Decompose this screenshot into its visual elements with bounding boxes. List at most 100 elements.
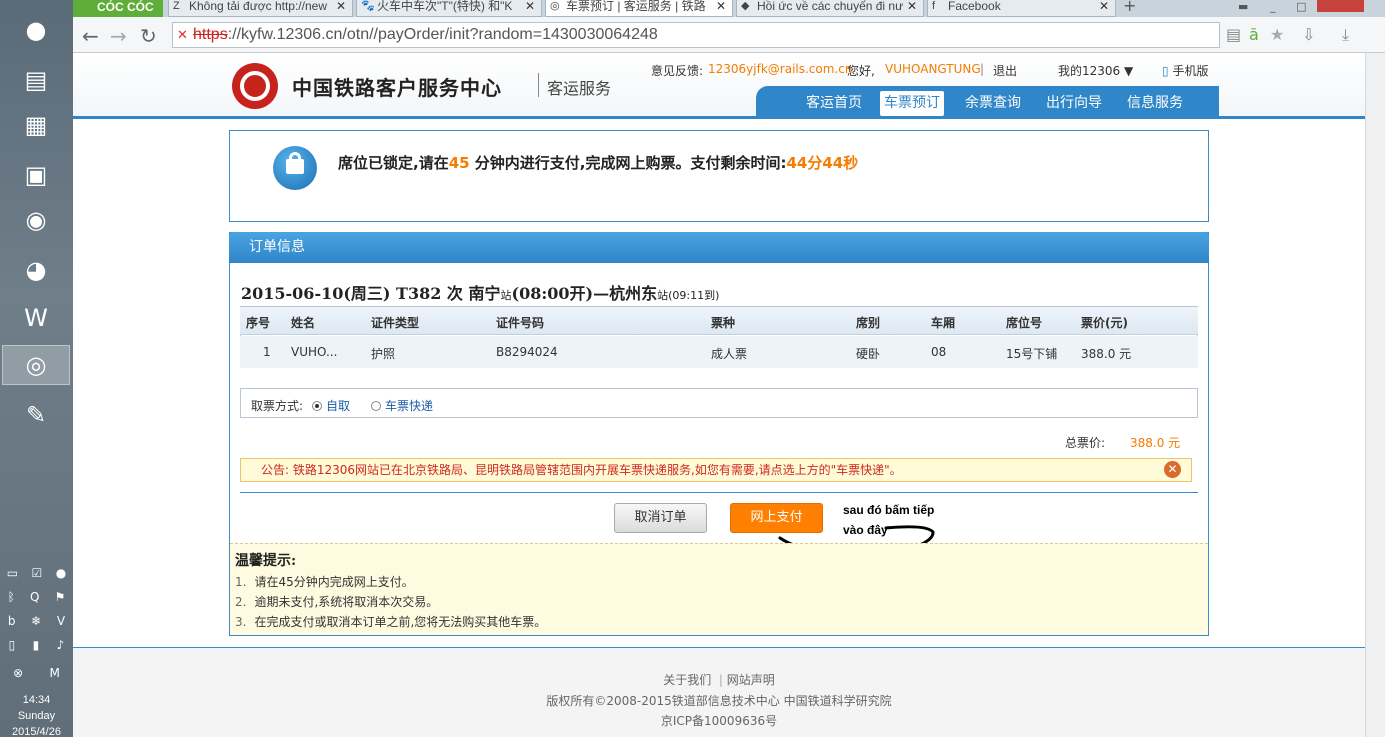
coccoc-brand-button[interactable]: CÓC CÓC: [73, 0, 163, 17]
lock-text-mid: 分钟内进行支付,完成网上购票。支付剩余时间:: [469, 154, 787, 172]
page-scrollbar[interactable]: [1365, 53, 1385, 737]
tab-1[interactable]: Z Không tải được http://new ✕: [168, 0, 353, 17]
radio-checked-icon[interactable]: [312, 401, 322, 411]
col-header-seat-no: 席位号: [1006, 316, 1043, 330]
footer-icp[interactable]: 京ICP备10009636号: [73, 712, 1365, 729]
nav-home[interactable]: 客运首页: [806, 92, 862, 112]
col-header-price: 票价(元): [1081, 316, 1128, 330]
greeting-text: 您好,: [847, 64, 875, 78]
coccoc-extension-icon[interactable]: ă: [1249, 25, 1259, 44]
nav-remaining-tickets[interactable]: 余票查询: [965, 92, 1021, 112]
signal-icon[interactable]: ▮: [33, 638, 40, 652]
minimize-icon[interactable]: _: [1270, 0, 1276, 13]
unikey-icon[interactable]: ▦: [14, 105, 58, 145]
tip-number: 2.: [235, 595, 247, 609]
qq-icon[interactable]: ◕: [14, 250, 58, 290]
phone-icon: ▯: [1162, 64, 1169, 78]
site-subtitle: 客运服务: [547, 79, 612, 98]
mobile-link[interactable]: ▯ 手机版: [1162, 62, 1208, 79]
close-icon[interactable]: ✕: [1099, 0, 1109, 12]
system-clock[interactable]: 14:34 Sunday 2015/4/26: [0, 692, 73, 737]
tab-5[interactable]: f Facebook ✕: [927, 0, 1116, 17]
insecure-warning-icon[interactable]: ✕: [177, 23, 188, 47]
about-link[interactable]: 关于我们: [663, 673, 711, 687]
tab-3-active[interactable]: ◎ 车票预订 | 客运服务 | 铁路 ✕: [545, 0, 733, 17]
window-close-button[interactable]: [1317, 0, 1364, 12]
maximize-icon[interactable]: □: [1296, 0, 1306, 13]
back-arrow-icon[interactable]: ←: [82, 25, 99, 47]
tab-title: 火车中车次"T"(特快) 和"K: [377, 0, 513, 13]
file-explorer-icon[interactable]: ▤: [14, 60, 58, 100]
battery-icon[interactable]: ▯: [9, 638, 16, 652]
m-icon[interactable]: M: [49, 666, 59, 680]
close-icon[interactable]: ✕: [907, 0, 917, 12]
remaining-time: 44分44秒: [786, 154, 859, 172]
bluetooth-icon[interactable]: ᛒ: [8, 590, 15, 604]
forward-arrow-icon[interactable]: →: [110, 25, 127, 47]
my12306-menu[interactable]: 我的12306 ▼: [1058, 62, 1133, 79]
clock-day: Sunday: [17, 710, 56, 722]
total-value: 388.0 元: [1130, 436, 1181, 450]
pickup-self-radio[interactable]: 自取: [312, 397, 350, 414]
tab-4[interactable]: ◆ Hồi ức về các chuyến đi nư ✕: [736, 0, 924, 17]
mobile-label: 手机版: [1172, 64, 1209, 78]
radio-unchecked-icon[interactable]: [371, 401, 381, 411]
tip-number: 3.: [235, 615, 247, 629]
bookmark-star-icon[interactable]: ★: [1270, 25, 1284, 44]
close-icon[interactable]: ✕: [336, 0, 346, 12]
word-icon[interactable]: W: [14, 298, 58, 338]
wechat-icon[interactable]: ◉: [14, 200, 58, 240]
tab-favicon: f: [932, 0, 936, 12]
close-circle-icon[interactable]: ⊗: [13, 666, 23, 680]
snow-icon[interactable]: ❄: [31, 614, 41, 628]
cell-id-number: B8294024: [496, 345, 558, 359]
tip-text: 在完成支付或取消本订单之前,您将无法购买其他车票。: [254, 615, 547, 629]
statement-link[interactable]: 网站声明: [727, 673, 775, 687]
q-icon[interactable]: Q: [30, 590, 39, 604]
reload-icon[interactable]: ↻: [140, 25, 157, 47]
download-icon[interactable]: ⤓: [1342, 25, 1349, 45]
new-tab-button[interactable]: +: [1123, 0, 1136, 14]
close-icon[interactable]: ✕: [716, 0, 726, 12]
tray-row-2: ᛒ Q ⚑: [0, 590, 73, 604]
close-icon[interactable]: ✕: [525, 0, 535, 12]
pickup-express-label[interactable]: 车票快递: [385, 399, 433, 413]
separator: |: [715, 673, 723, 687]
close-icon[interactable]: ✕: [1164, 461, 1181, 478]
railway-logo-icon[interactable]: [232, 63, 278, 109]
paint-icon[interactable]: ✎: [14, 395, 58, 435]
title-divider: [538, 73, 539, 97]
username-link[interactable]: VUHOANGTUNG: [885, 62, 981, 76]
tip-item-1: 1. 请在45分钟内完成网上支付。: [235, 573, 414, 590]
network-icon[interactable]: ▭: [7, 566, 18, 580]
download-tray-icon[interactable]: ⇩: [1302, 25, 1315, 44]
nav-travel-guide[interactable]: 出行向导: [1046, 92, 1102, 112]
pickup-self-label[interactable]: 自取: [326, 399, 350, 413]
feedback-email-link[interactable]: 12306yjfk@rails.com.cn: [708, 62, 852, 76]
tips-title: 温馨提示:: [235, 553, 297, 569]
check-icon[interactable]: ☑: [32, 566, 43, 580]
tray-app-icon[interactable]: ●: [56, 566, 66, 580]
translate-icon[interactable]: ▤: [1226, 25, 1241, 44]
calculator-icon[interactable]: ▣: [14, 155, 58, 195]
nav-info-service[interactable]: 信息服务: [1127, 92, 1183, 112]
cancel-order-button[interactable]: 取消订单: [614, 503, 707, 533]
coccoc-active-icon[interactable]: ◎: [2, 345, 70, 385]
volume-icon[interactable]: ♪: [57, 638, 65, 652]
address-bar[interactable]: ✕ https://kyfw.12306.cn/otn//payOrder/ini…: [172, 22, 1220, 48]
flag-icon[interactable]: ⚑: [55, 590, 66, 604]
pickup-express-radio[interactable]: 车票快递: [371, 397, 433, 414]
v-icon[interactable]: V: [57, 614, 65, 628]
b-icon[interactable]: b: [8, 614, 16, 628]
nav-booking[interactable]: 车票预订: [880, 91, 944, 116]
clock-time: 14:34: [22, 694, 51, 706]
lock-message: 席位已锁定,请在45 分钟内进行支付,完成网上购票。支付剩余时间:44分44秒: [338, 152, 858, 173]
tab-title: Facebook: [948, 0, 1001, 13]
site-title[interactable]: 中国铁路客户服务中心: [292, 72, 502, 101]
my12306-label: 我的12306: [1058, 64, 1121, 78]
coccoc-taskbar-icon[interactable]: ●: [14, 10, 58, 50]
tab-favicon: 🐾: [361, 0, 375, 12]
logout-link[interactable]: 退出: [993, 62, 1017, 79]
window-menu-icon[interactable]: ▬: [1238, 0, 1248, 13]
tab-2[interactable]: 🐾 火车中车次"T"(特快) 和"K ✕: [356, 0, 542, 17]
